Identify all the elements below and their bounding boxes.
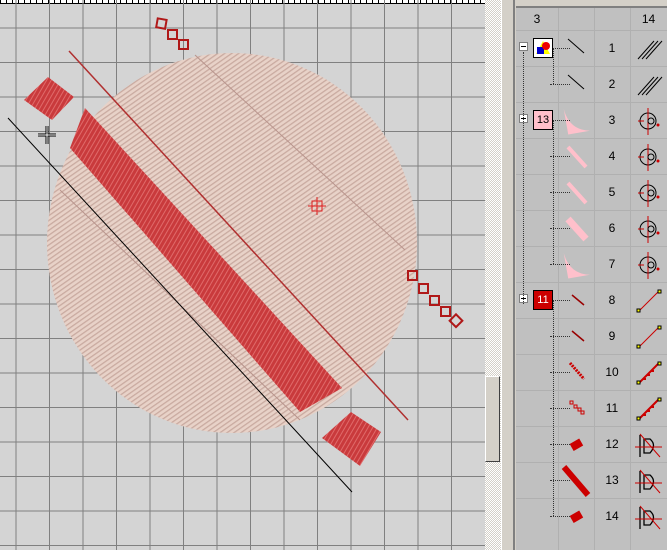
stitch-type-icon[interactable]: [630, 105, 666, 137]
multicolor-shapes-icon: [536, 41, 550, 54]
sequence-row[interactable]: 14: [516, 498, 667, 534]
stitch-type-icon[interactable]: [630, 357, 666, 389]
object-thumbnail-icon: [566, 181, 588, 205]
sequence-row[interactable]: 4: [516, 138, 667, 174]
object-number: 3: [608, 113, 616, 127]
object-number: 2: [608, 77, 616, 91]
sequence-row[interactable]: 3 13: [516, 102, 667, 138]
color-group-swatch[interactable]: 11: [533, 290, 553, 310]
red-corner-bottom: [322, 412, 381, 466]
object-thumbnail-icon: [569, 510, 584, 523]
object-thumbnail-icon: [568, 362, 586, 380]
sequence-row[interactable]: 2: [516, 66, 667, 102]
sequence-row[interactable]: 6: [516, 210, 667, 246]
stitch-type-icon[interactable]: [630, 177, 666, 209]
sequence-row[interactable]: 10: [516, 354, 667, 390]
stitch-type-icon[interactable]: [630, 501, 666, 533]
collapse-toggle[interactable]: [519, 42, 528, 51]
stitch-type-icon[interactable]: [630, 393, 666, 425]
sequence-row[interactable]: 7: [516, 246, 667, 282]
pink-disc: [47, 53, 417, 433]
object-number: 5: [608, 185, 616, 199]
sequence-row[interactable]: 5: [516, 174, 667, 210]
object-number: 6: [608, 221, 616, 235]
object-thumbnail-icon: [566, 145, 588, 169]
object-number: 13: [605, 473, 619, 487]
sequence-row[interactable]: 1: [516, 30, 667, 66]
stitch-type-icon[interactable]: [630, 249, 666, 281]
object-number: 4: [608, 149, 616, 163]
sequence-row[interactable]: 9: [516, 318, 667, 354]
sequence-row[interactable]: 8 11: [516, 282, 667, 318]
sequence-row[interactable]: 13: [516, 462, 667, 498]
column-header: 14: [641, 12, 656, 26]
design-canvas[interactable]: [0, 0, 485, 550]
vertical-scrollbar[interactable]: [485, 0, 501, 550]
scrollbar-thumb[interactable]: [485, 376, 500, 462]
object-number: 14: [605, 509, 619, 523]
sequence-panel: 3 14 1 2 3 13 4 5 6 7 8 11 9 10 11 12 13 14: [516, 6, 667, 550]
object-thumbnail-icon: [569, 438, 584, 451]
stitch-type-icon[interactable]: [630, 429, 666, 461]
object-number: 7: [608, 257, 616, 271]
object-thumbnail-icon: [571, 294, 585, 306]
stitch-type-icon[interactable]: [630, 285, 666, 317]
sequence-row[interactable]: 11: [516, 390, 667, 426]
object-number: 11: [605, 401, 619, 415]
stitch-type-icon[interactable]: [630, 33, 666, 65]
object-thumbnail-icon: [571, 330, 585, 342]
group-icon[interactable]: [533, 38, 553, 58]
stitch-type-icon[interactable]: [630, 465, 666, 497]
color-group-swatch[interactable]: 13: [533, 110, 553, 130]
object-thumbnail-icon: [563, 108, 590, 135]
sequence-row[interactable]: 12: [516, 426, 667, 462]
embroidery-design: [0, 0, 485, 550]
stitch-type-icon[interactable]: [630, 321, 666, 353]
object-thumbnail-icon: [561, 465, 591, 497]
stitch-type-icon[interactable]: [630, 213, 666, 245]
object-number: 9: [608, 329, 616, 343]
object-thumbnail-icon: [565, 216, 589, 242]
object-thumbnail-icon: [563, 252, 590, 279]
stitch-type-icon[interactable]: [630, 69, 666, 101]
red-corner-top: [24, 77, 74, 120]
object-number: 12: [605, 437, 619, 451]
object-number: 10: [605, 365, 619, 379]
object-number: 8: [608, 293, 616, 307]
object-thumbnail-icon: [567, 74, 585, 90]
object-number: 1: [608, 41, 616, 55]
object-thumbnail-icon: [569, 400, 585, 415]
object-thumbnail-icon: [567, 38, 585, 54]
column-header: 3: [533, 12, 541, 26]
panel-splitter[interactable]: [501, 0, 516, 550]
stitch-type-icon[interactable]: [630, 141, 666, 173]
